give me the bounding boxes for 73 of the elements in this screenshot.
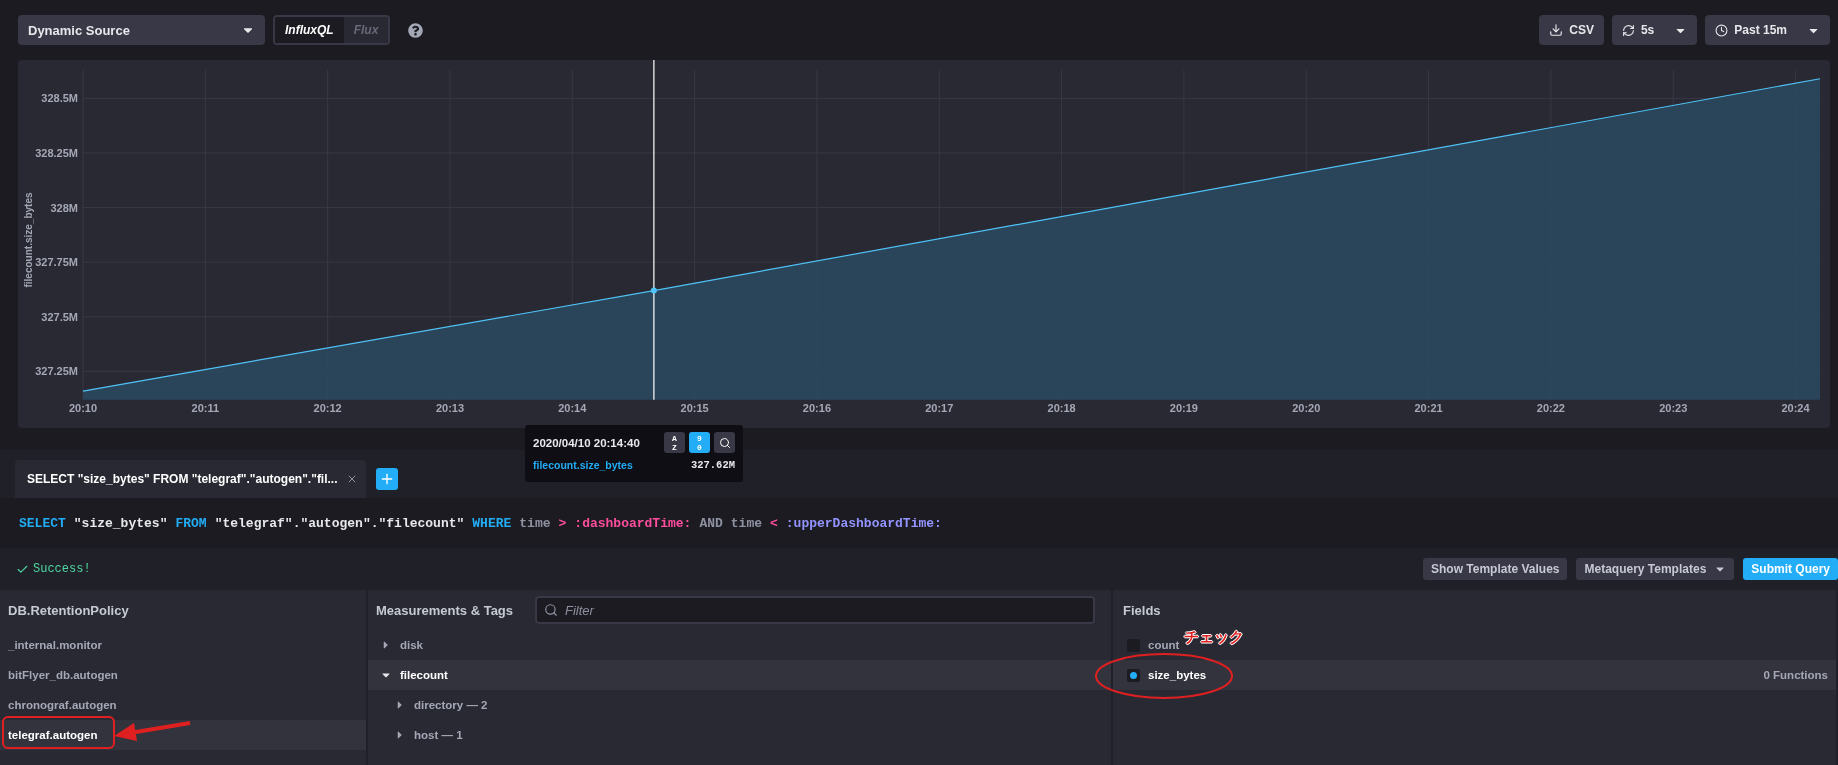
database-item[interactable]: chronograf.autogen: [0, 690, 366, 720]
add-query-button[interactable]: [375, 468, 398, 490]
tooltip-series: filecount.size_bytes: [533, 459, 633, 471]
tooltip-value: 327.62M: [690, 459, 735, 471]
x-tick-label: 20:17: [925, 402, 954, 414]
refresh-icon: [1621, 23, 1635, 37]
filter-field[interactable]: Filter: [535, 596, 1096, 624]
help-icon[interactable]: [408, 22, 424, 38]
query-editor[interactable]: SELECT "size_bytes" FROM "telegraf"."autogen"."filecount" WHERE time > :dashboardTime: AND time < :upperDashboardTime:: [0, 498, 1838, 548]
query-token: WHERE: [472, 515, 512, 531]
query-token: SELECT: [19, 515, 66, 531]
x-tick-label: 20:23: [1659, 402, 1688, 414]
measurement-item[interactable]: disk: [368, 630, 1111, 660]
y-tick-label: 328.25M: [35, 147, 78, 159]
status-text: Success!: [33, 562, 91, 576]
y-tick-label: 328M: [50, 201, 78, 214]
x-tick-label: 20:12: [313, 402, 342, 414]
query-button[interactable]: Metaquery Templates: [1576, 558, 1735, 580]
refresh-dropdown[interactable]: 5s: [1611, 15, 1698, 45]
x-tick-label: 20:10: [68, 402, 98, 414]
measurement-item[interactable]: host — 1: [368, 720, 1111, 750]
measurement-item[interactable]: directory — 2: [368, 690, 1111, 720]
query-button[interactable]: Show Template Values: [1423, 558, 1568, 580]
x-tick-label: 20:16: [802, 402, 831, 414]
time-range-dropdown[interactable]: Past 15m: [1705, 15, 1830, 45]
x-tick-label: 20:20: [1292, 402, 1321, 414]
search-button[interactable]: [714, 432, 735, 453]
measurement-item[interactable]: filecount: [368, 660, 1111, 690]
x-tick-label: 20:24: [1781, 402, 1810, 414]
x-tick-label: 20:19: [1169, 402, 1198, 414]
field-checkbox[interactable]: [1127, 668, 1140, 682]
x-tick-label: 20:14: [558, 402, 587, 414]
x-tick-label: 20:21: [1414, 402, 1443, 414]
annotation-note: チェック: [1184, 628, 1244, 647]
database-item[interactable]: telegraf.autogen: [0, 720, 366, 750]
sort-button[interactable]: A Z: [664, 432, 685, 453]
clock-icon: [1715, 23, 1729, 37]
hover-point: [650, 287, 657, 294]
query-token: AND: [699, 515, 723, 531]
field-name[interactable]: count: [1148, 639, 1180, 651]
query-token: time: [519, 515, 551, 531]
y-tick-label: 328.5M: [41, 92, 78, 105]
query-token: :upperDashboardTime:: [785, 515, 942, 531]
query-tab[interactable]: SELECT "size_bytes" FROM "telegraf"."autogen"."fil...: [15, 460, 366, 498]
database-item[interactable]: bitFlyer_db.autogen: [0, 660, 366, 690]
tooltip-time: 2020/04/10 20:14:40: [533, 436, 641, 449]
x-tick-label: 20:11: [191, 402, 220, 414]
query-token: <: [770, 515, 778, 531]
panel-title: Measurements & Tags: [376, 602, 514, 618]
database-item[interactable]: _internal.monitor: [0, 630, 366, 660]
panel-title: Fields: [1122, 602, 1161, 618]
x-tick-label: 20:18: [1047, 402, 1076, 414]
field-name[interactable]: size_bytes: [1148, 669, 1207, 681]
y-tick-label: 327.75M: [35, 256, 78, 269]
panel-title: DB.RetentionPolicy: [8, 602, 129, 618]
search-icon: [544, 603, 559, 617]
query-token: :dashboardTime:: [574, 515, 692, 531]
x-tick-label: 20:13: [435, 402, 465, 414]
query-token: FROM: [175, 515, 207, 531]
functions-label[interactable]: 0 Functions: [1763, 669, 1828, 681]
query-token: time: [730, 515, 762, 531]
query-token: "telegraf"."autogen"."filecount": [214, 515, 465, 531]
download-icon: [1549, 23, 1564, 37]
query-token: "size_bytes": [73, 515, 168, 531]
y-axis-title: filecount.size_bytes: [23, 192, 34, 288]
source-dropdown[interactable]: Dynamic Source: [18, 15, 265, 45]
query-token: >: [558, 515, 567, 531]
y-tick-label: 327.25M: [35, 365, 78, 378]
search-icon: [718, 436, 731, 449]
csv-button[interactable]: CSV: [1539, 15, 1604, 45]
x-tick-label: 20:15: [680, 402, 709, 414]
y-tick-label: 327.5M: [41, 310, 78, 323]
x-tick-label: 20:22: [1536, 402, 1565, 414]
